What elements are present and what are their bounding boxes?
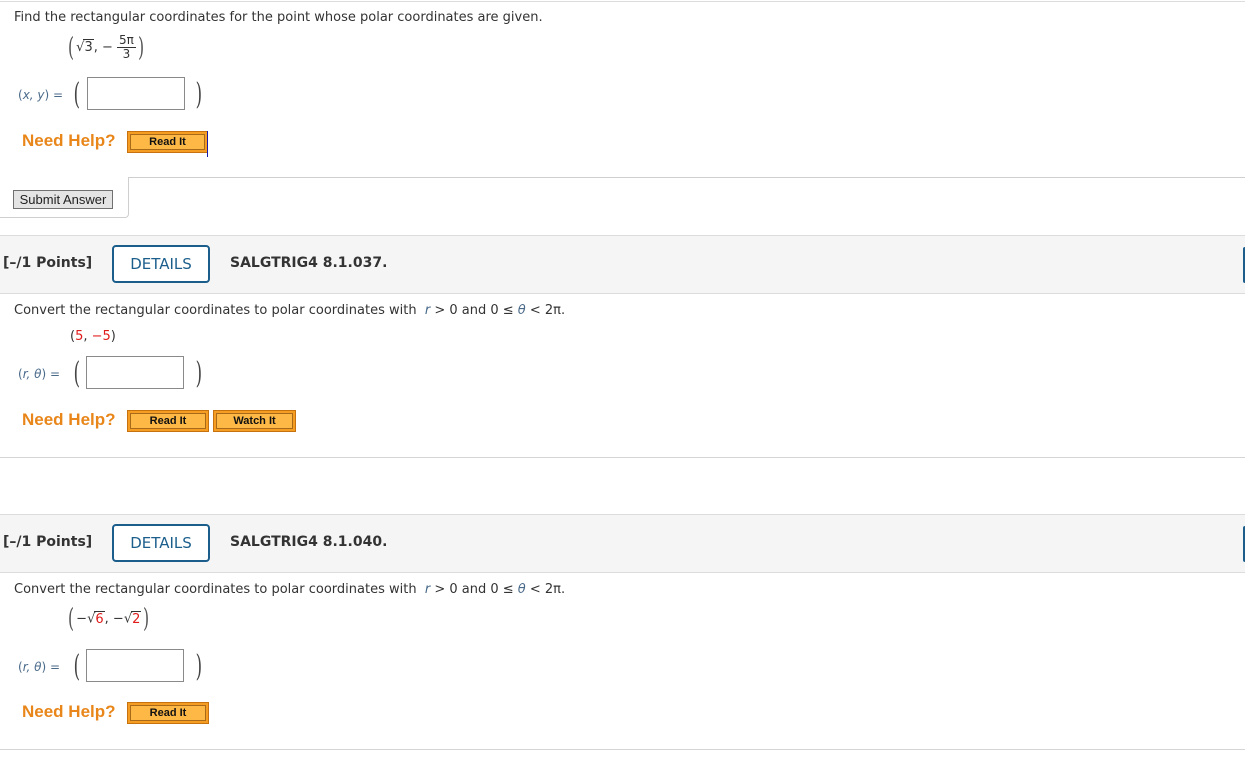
q3-x-radicand: 6: [94, 610, 105, 627]
submit-area-divider: [128, 177, 1245, 178]
open-paren: (: [73, 649, 81, 684]
q3-need-help-label: Need Help?: [22, 702, 116, 721]
q3-prompt-text: Convert the rectangular coordinates to p…: [14, 582, 417, 597]
q2-given-y: −5: [91, 329, 111, 344]
q3-question-id: SALGTRIG4 8.1.040.: [230, 534, 388, 550]
q1-r-radicand: 3: [83, 39, 94, 55]
close-paren: ): [143, 604, 150, 634]
q3-given-coordinates: (−√6, −√2): [66, 606, 152, 632]
q2-points: [–/1 Points]: [3, 255, 93, 271]
q3-y-radicand: 2: [131, 610, 142, 627]
q1-theta-sign: −: [102, 40, 113, 55]
q3-header: [–/1 Points] DETAILS SALGTRIG4 8.1.040.: [0, 514, 1245, 573]
q3-bottom-divider: [0, 749, 1245, 750]
q3-answer-label: (r, θ) =: [18, 660, 61, 674]
q3-condition-text2: < 2π.: [525, 582, 566, 597]
q2-condition-text2: < 2π.: [525, 303, 566, 318]
close-paren: ): [195, 77, 203, 112]
close-paren: ): [195, 649, 203, 684]
q1-theta-denominator: 3: [122, 47, 131, 61]
open-paren: (: [73, 356, 81, 391]
q3-x-sign: −: [76, 611, 88, 627]
read-it-label: Read It: [130, 134, 205, 150]
open-paren: (: [68, 604, 75, 634]
q2-answer-vars: r, θ: [22, 367, 42, 381]
open-paren: (: [73, 77, 81, 112]
q2-prompt-text: Convert the rectangular coordinates to p…: [14, 303, 417, 318]
equals-sign: =: [50, 660, 61, 674]
comma: ,: [104, 611, 113, 627]
q3-points: [–/1 Points]: [3, 534, 93, 550]
q2-question-id: SALGTRIG4 8.1.037.: [230, 255, 388, 271]
q2-watch-it-button[interactable]: Watch It: [213, 410, 296, 432]
q3-condition-text1: > 0 and 0 ≤: [430, 582, 518, 597]
q1-theta-numerator: 5π: [117, 33, 136, 48]
q1-given-polar-coordinates: (√3, − 5π 3): [68, 32, 145, 63]
focus-caret: [207, 131, 208, 157]
close-paren: ): [137, 32, 145, 63]
q1-answer-label: (x, y) =: [18, 88, 64, 102]
top-divider: [0, 1, 1245, 2]
q3-read-it-button[interactable]: Read It: [127, 702, 209, 724]
close-paren: ): [195, 356, 203, 391]
q2-answer-label: (r, θ) =: [18, 367, 61, 381]
q1-need-help-label: Need Help?: [22, 131, 116, 150]
q3-y-sign: −: [112, 611, 124, 627]
read-it-label: Read It: [130, 705, 206, 721]
open-paren: (: [68, 32, 75, 63]
q3-condition-theta: θ: [517, 582, 526, 597]
q2-given-coordinates: (5, −5): [70, 329, 116, 344]
q2-header: [–/1 Points] DETAILS SALGTRIG4 8.1.037.: [0, 235, 1245, 294]
read-it-label: Read It: [130, 413, 206, 429]
equals-sign: =: [53, 88, 64, 102]
watch-it-label: Watch It: [216, 413, 293, 429]
equals-sign: =: [50, 367, 61, 381]
q2-condition-text1: > 0 and 0 ≤: [430, 303, 518, 318]
q2-need-help-label: Need Help?: [22, 410, 116, 429]
q3-prompt: Convert the rectangular coordinates to p…: [14, 582, 565, 597]
q1-read-it-button[interactable]: Read It: [127, 131, 208, 153]
q2-bottom-divider: [0, 457, 1245, 458]
q2-condition-theta: θ: [517, 303, 526, 318]
q3-details-button[interactable]: DETAILS: [112, 524, 210, 562]
q3-answer-input[interactable]: [86, 649, 184, 682]
q1-theta-fraction: 5π 3: [117, 34, 136, 61]
q1-prompt: Find the rectangular coordinates for the…: [14, 10, 543, 25]
submit-answer-button[interactable]: Submit Answer: [13, 190, 113, 209]
q2-prompt: Convert the rectangular coordinates to p…: [14, 303, 565, 318]
q2-details-button[interactable]: DETAILS: [112, 245, 210, 283]
q3-answer-vars: r, θ: [22, 660, 42, 674]
q1-answer-vars: x, y: [22, 88, 45, 102]
comma: ,: [83, 329, 92, 344]
q2-read-it-button[interactable]: Read It: [127, 410, 209, 432]
q2-answer-input[interactable]: [86, 356, 184, 389]
q1-answer-input[interactable]: [87, 77, 185, 110]
close-paren: ): [110, 329, 116, 344]
